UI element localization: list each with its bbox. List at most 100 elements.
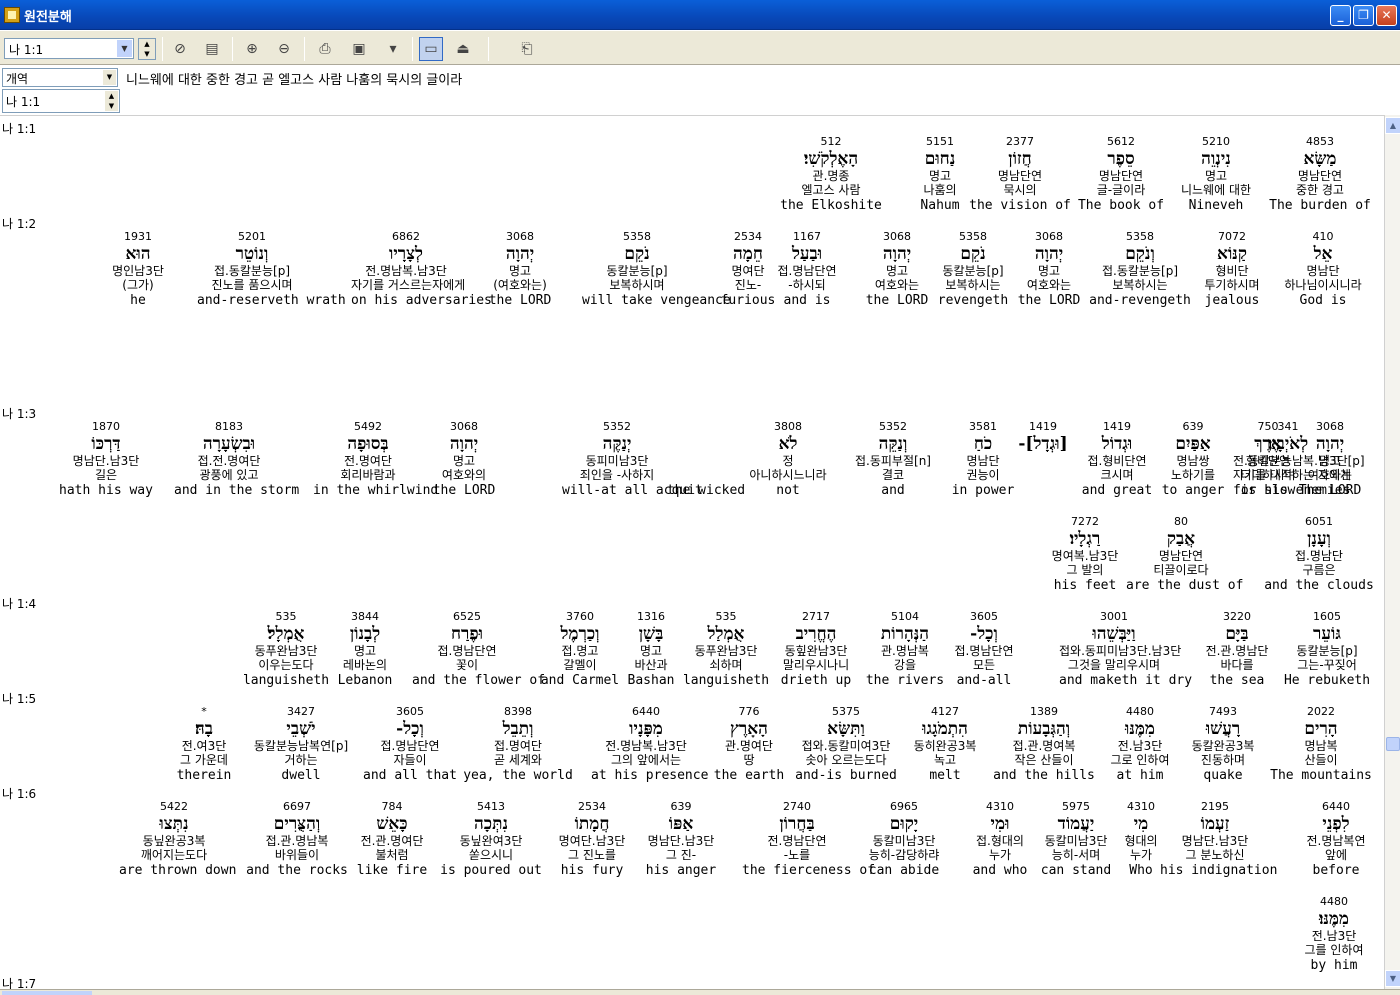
interlinear-word[interactable]: 2022 הָרִים 명남복 산들이 The mountains <box>1266 704 1376 784</box>
english-gloss: and-reserveth wrath <box>197 293 346 308</box>
interlinear-word[interactable]: 6697 וְהַצֻּרִים 접.관.명남복 바위들이 and the rocks <box>242 799 352 879</box>
korean-gloss: 광풍에 있고 <box>199 468 259 482</box>
close-button[interactable]: ✕ <box>1376 5 1397 26</box>
restore-button[interactable]: ❐ <box>1353 5 1374 26</box>
window-view-icon[interactable]: ▭ <box>419 37 443 61</box>
minimize-button[interactable]: _ <box>1330 5 1351 26</box>
parsing-code: 전.남3단 <box>1311 929 1357 943</box>
english-gloss: his indignation <box>1160 863 1278 878</box>
chevron-down-icon[interactable]: ▼ <box>117 40 132 57</box>
korean-gloss: 불처럼 <box>375 848 409 862</box>
eject-icon[interactable]: ⏏ <box>451 37 475 61</box>
horizontal-scrollbar[interactable] <box>0 989 1400 995</box>
attach-icon[interactable]: ⊘ <box>168 37 192 61</box>
interlinear-word[interactable]: 5201 וְנוֹטֵר 접.동칼분능[p] 진노를 품으시며 and-reserve… <box>197 229 346 309</box>
save-icon[interactable]: ▾ <box>381 37 405 61</box>
interlinear-word[interactable]: * בָהּ׃ 전.여3단 그 가운데 therein <box>149 704 259 784</box>
vertical-scrollbar[interactable]: ▲ ▼ <box>1384 115 1400 989</box>
interlinear-word[interactable]: 3068 יְהוָה 명고 여호와는 The LORD <box>1275 419 1384 499</box>
interlinear-word[interactable]: 2195 זַעְמוֹ 명남단.남3단 그 분노하신 his indignation <box>1160 799 1278 879</box>
interlinear-word[interactable]: 4127 הִתְמֹגָגוּ 동히완공3복 녹고 melt <box>890 704 1000 784</box>
reference-spinner[interactable]: 나 1:1 ▲ ▼ <box>2 89 120 113</box>
strong-number: 7493 <box>1209 705 1237 718</box>
korean-gloss: 길은 <box>94 468 118 482</box>
chevron-down-icon[interactable]: ▼ <box>103 70 116 85</box>
interlinear-word[interactable]: 1389 וְהַגְּבָעוֹת 접.관.명여복 작은 산들이 and the hi… <box>989 704 1099 784</box>
interlinear-word[interactable]: 1870 דַּרְכּוֹ 명남단.남3단 길은 hath his way <box>51 419 161 499</box>
interlinear-word[interactable]: 4480 מִמֶּנּוּ׃ 전.남3단 그를 인하여 by him <box>1279 894 1384 974</box>
interlinear-word[interactable]: 3605 וְכָל- 접.명남단연 자들이 and all that <box>355 704 465 784</box>
interlinear-word[interactable]: 8398 וְתֵבֵל 접.명여단 곧 세계와 yea, the world <box>463 704 573 784</box>
interlinear-word[interactable]: 5210 נִינְוֵה 명고 니느웨에 대한 Nineveh <box>1161 134 1271 214</box>
interlinear-word[interactable]: 6525 וּפֶרַח 접.명남단연 꽃이 and the flower of <box>412 609 545 689</box>
english-gloss: The book of <box>1077 198 1165 213</box>
parsing-code: 명고 <box>1204 169 1228 183</box>
interlinear-word[interactable]: 3808 לֹא 정 아니하시느니라 not <box>733 419 843 499</box>
interlinear-word[interactable]: 410 אֵל 명남단 하나님이시니라 God is <box>1268 229 1378 309</box>
interlinear-word[interactable]: 7493 רָעֲשׁוּ 동칼완공3복 진동하며 quake <box>1168 704 1278 784</box>
bookmark-icon[interactable]: ⎗ <box>515 37 539 61</box>
interlinear-word[interactable]: 1605 גּוֹעֵר 동칼분능[p] 그는-꾸짖어 He rebuketh <box>1272 609 1382 689</box>
strong-number: 7272 <box>1071 515 1099 528</box>
interlinear-word[interactable]: 6440 מִפָּנָיו 전.명남복.남3단 그의 앞에서는 at his pres… <box>591 704 708 784</box>
interlinear-word[interactable]: 6862 לְצָרָיו 전.명남복.남3단 자기를 거스르는자에게 on his a… <box>351 229 492 309</box>
copy-icon[interactable]: ▤ <box>200 37 224 61</box>
interlinear-word[interactable]: 6965 יָקוּם 동칼미남3단 능히-감당하랴 can abide <box>849 799 959 879</box>
strong-number: 3605 <box>970 610 998 623</box>
parsing-code: 명남단연 <box>1297 169 1343 183</box>
spin-down-icon[interactable]: ▼ <box>105 101 118 111</box>
interlinear-word[interactable]: 3605 וְכָל- 접.명남단연 모든 and-all <box>929 609 1039 689</box>
interlinear-word[interactable]: 5492 בְּסוּפָה 전.명여단 회리바람과 in the whirlwind <box>313 419 438 499</box>
interlinear-word[interactable]: 6051 וְעָנָן 접.명남단 구름은 and the clouds <box>1264 514 1374 594</box>
parsing-code: 명고 <box>508 264 532 278</box>
korean-gloss: 곧 세계와 <box>494 753 542 767</box>
clipboard-icon[interactable]: ▣ <box>347 37 371 61</box>
version-select[interactable]: 개역 ▼ <box>2 68 118 87</box>
interlinear-word[interactable]: 3001 וַיַּבְּשֵׁהוּ 접와.동피미남3단.남3단 그것을 말리우시며… <box>1059 609 1192 689</box>
interlinear-word[interactable]: 6440 לִפְנֵי 전.명남복연 앞에 before <box>1281 799 1384 879</box>
hebrew-word: חֲזוֹן <box>1008 149 1032 169</box>
print-icon[interactable]: ⎙ <box>313 37 337 61</box>
interlinear-word[interactable]: 512 הָאֶלְקֹשִׁי׃ 관.명종 엘고스 사람 the Elkoshite <box>776 134 886 214</box>
verse-combobox[interactable]: 나 1:1 ▼ <box>4 38 134 59</box>
hebrew-word: וְהַגְּבָעוֹת <box>1017 719 1071 739</box>
verse-reference-label: 나 1:7 <box>2 977 37 989</box>
scroll-down-icon[interactable]: ▼ <box>1385 970 1400 987</box>
interlinear-word[interactable]: 784 כָּאֵשׁ 전.관.명여단 불처럼 like fire <box>337 799 447 879</box>
interlinear-word[interactable]: 5375 וַתִּשָּׂא 접와.동칼미여3단 솟아 오르는도다 and-is bu… <box>791 704 901 784</box>
scroll-up-icon[interactable]: ▲ <box>1385 117 1400 134</box>
window-title: 원전분해 <box>24 10 72 25</box>
interlinear-word[interactable]: 3844 לְבָנוֹן 명고 레바논의 Lebanon <box>310 609 420 689</box>
scrollbar-thumb[interactable] <box>1386 737 1400 751</box>
interlinear-word[interactable]: 1931 הוּא 명인남3단 (그가) he <box>83 229 193 309</box>
interlinear-word[interactable]: 2377 חֲזוֹן 명남단연 묵시의 the vision of <box>965 134 1075 214</box>
interlinear-word[interactable]: 2740 בַּחֲרוֹן 전.명남단연 -노를 the fierceness of <box>742 799 875 879</box>
interlinear-word[interactable]: 4853 מַשָּׂא 명남단연 중한 경고 The burden of <box>1265 134 1375 214</box>
interlinear-word[interactable]: 3068 יְהוָה 명고 여호와의 the LORD <box>409 419 519 499</box>
english-gloss: his anger <box>645 863 717 878</box>
interlinear-word[interactable]: 7272 רַגְלָיו׃ 명여복.남3단 그 발의 his feet <box>1030 514 1140 594</box>
interlinear-word[interactable]: 5358 נֹקֵם 동칼분능[p] 보복하시며 will take vengeance <box>582 229 731 309</box>
parsing-code: 명남단.남3단 <box>1181 834 1249 848</box>
interlinear-word[interactable]: 776 הָאָרֶץ 관.명여단 땅 the earth <box>694 704 804 784</box>
spin-up-icon[interactable]: ▲ <box>139 39 155 49</box>
interlinear-word[interactable]: 5413 נִתְּכָה 동닢완여3단 쏟으시니 is poured out <box>436 799 546 879</box>
interlinear-word[interactable]: 80 אֲבַק 명남단연 티끌이로다 are the dust of <box>1126 514 1243 594</box>
zoom-out-icon[interactable]: ⊖ <box>272 37 296 61</box>
interlinear-word[interactable]: 3427 יֹשְׁבֵי 동칼분능남복연[p] 거하는 dwell <box>246 704 356 784</box>
interlinear-word[interactable]: 639 אַפּוֹ 명남단.남3단 그 진-his anger <box>626 799 736 879</box>
zoom-in-icon[interactable]: ⊕ <box>240 37 264 61</box>
spin-up-icon[interactable]: ▲ <box>105 91 118 101</box>
scrollbar-thumb[interactable] <box>2 991 92 995</box>
interlinear-word[interactable]: 5422 נִתְּצוּ 동닢완공3복 깨어지는도다 are thrown down <box>119 799 236 879</box>
parsing-code: 명고 <box>452 454 476 468</box>
strong-number: 2022 <box>1307 705 1335 718</box>
hebrew-word: הָאָרֶץ <box>730 719 768 739</box>
parsing-code: 접.명남단 <box>1295 549 1343 563</box>
interlinear-word[interactable]: 5612 סֵפֶר 명남단연 글-글이라 The book of <box>1066 134 1176 214</box>
interlinear-word[interactable]: 3068 יְהוָה 명고 (여호와는) the LORD <box>465 229 575 309</box>
interlinear-word[interactable]: 8183 וּבִשְׂעָרָה 접.전.명여단 광풍에 있고 and in the … <box>174 419 299 499</box>
verse-spinner[interactable]: ▲ ▼ <box>138 38 156 60</box>
hebrew-word: יֹשְׁבֵי <box>286 719 316 739</box>
spin-down-icon[interactable]: ▼ <box>139 49 155 59</box>
